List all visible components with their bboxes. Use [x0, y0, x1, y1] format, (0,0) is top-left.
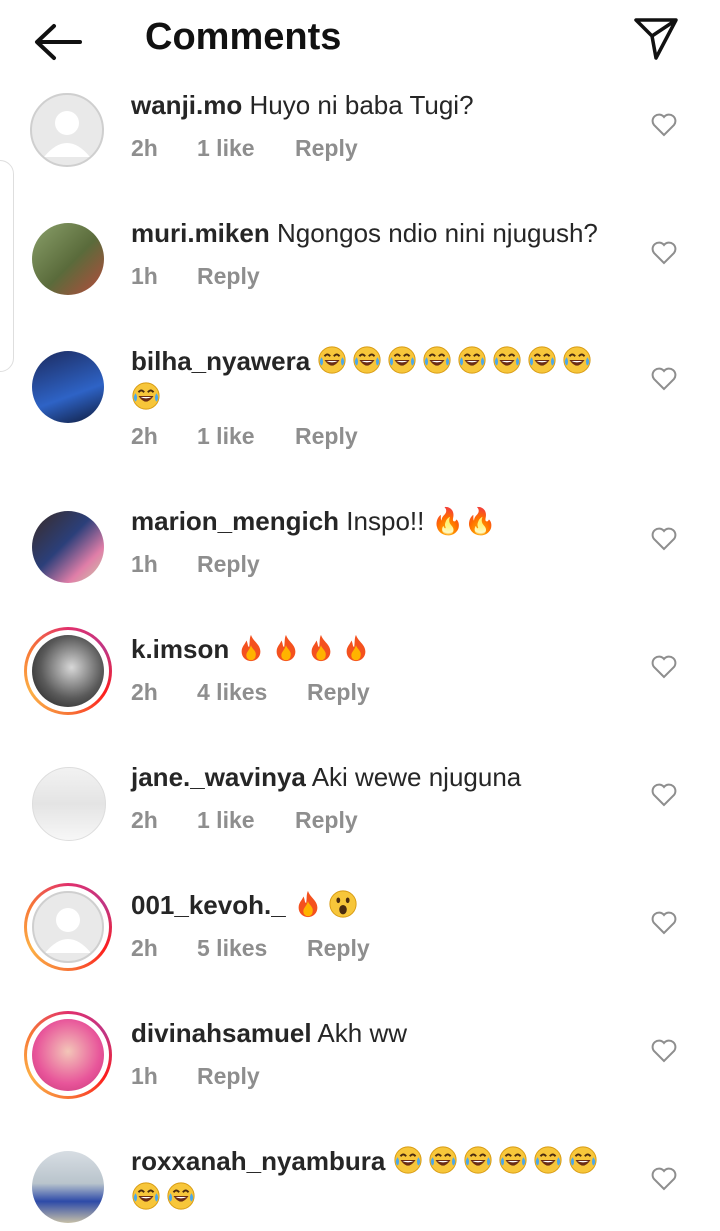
- avatar[interactable]: [24, 627, 112, 715]
- comment-username[interactable]: k.imson: [131, 634, 229, 664]
- comment-time: 1h: [131, 1063, 158, 1089]
- comment-body: Akh ww: [317, 1018, 407, 1048]
- comment-username[interactable]: bilha_nyawera: [131, 346, 310, 376]
- user-photo: [32, 1019, 104, 1091]
- user-photo: [32, 635, 104, 707]
- comment-time: 1h: [131, 263, 158, 289]
- avatar[interactable]: [24, 1011, 112, 1099]
- paper-plane-icon[interactable]: [630, 14, 682, 62]
- comment-body: Aki wewe njuguna: [311, 762, 522, 792]
- comment-text: wanji.mo Huyo ni baba Tugi?: [131, 87, 631, 123]
- heart-icon[interactable]: [651, 1039, 677, 1063]
- arrow-left-icon[interactable]: [30, 20, 84, 64]
- comment-body: Inspo!! 🔥🔥: [346, 506, 497, 536]
- comment-item: roxxanah_nyambura: [0, 1143, 720, 1224]
- reply-button[interactable]: Reply: [197, 1063, 260, 1090]
- reply-button[interactable]: Reply: [295, 423, 358, 450]
- comment-time: 2h: [131, 135, 158, 161]
- comment-likes[interactable]: 1 like: [197, 807, 255, 834]
- comment-text: marion_mengich Inspo!! 🔥🔥: [131, 503, 631, 539]
- heart-icon[interactable]: [651, 367, 677, 391]
- comment-time: 1h: [131, 551, 158, 577]
- reply-button[interactable]: Reply: [295, 807, 358, 834]
- user-photo: [32, 1151, 104, 1223]
- reply-button[interactable]: Reply: [307, 935, 370, 962]
- heart-icon[interactable]: [651, 113, 677, 137]
- comment-username[interactable]: marion_mengich: [131, 506, 339, 536]
- avatar[interactable]: [24, 883, 112, 971]
- comment-item: divinahsamuel Akh ww 1h Reply: [0, 1011, 720, 1135]
- comment-username[interactable]: wanji.mo: [131, 90, 242, 120]
- avatar[interactable]: [24, 503, 112, 591]
- comment-time: 2h: [131, 423, 158, 449]
- reply-button[interactable]: Reply: [295, 135, 358, 162]
- comment-text: roxxanah_nyambura: [131, 1143, 631, 1215]
- heart-icon[interactable]: [651, 527, 677, 551]
- comment-item: wanji.mo Huyo ni baba Tugi? 2h 1 like Re…: [0, 87, 720, 207]
- comment-text: divinahsamuel Akh ww: [131, 1015, 631, 1051]
- comment-item: k.imson 2h 4 likes Reply: [0, 627, 720, 751]
- comment-text: bilha_nyawera: [131, 343, 631, 415]
- comment-item: muri.miken Ngongos ndio nini njugush? 1h…: [0, 215, 720, 335]
- comment-item: jane._wavinya Aki wewe njuguna 2h 1 like…: [0, 759, 720, 879]
- avatar[interactable]: [24, 759, 112, 847]
- user-photo: [32, 351, 104, 423]
- header-bar: Comments: [0, 0, 720, 80]
- comment-body: Huyo ni baba Tugi?: [249, 90, 474, 120]
- user-photo: [32, 767, 106, 841]
- comment-username[interactable]: divinahsamuel: [131, 1018, 312, 1048]
- avatar[interactable]: [24, 1143, 112, 1231]
- comment-likes[interactable]: 1 like: [197, 423, 255, 450]
- comment-username[interactable]: roxxanah_nyambura: [131, 1146, 385, 1176]
- default-avatar-icon: [30, 93, 104, 167]
- comment-username[interactable]: 001_kevoh._: [131, 890, 286, 920]
- comment-text: muri.miken Ngongos ndio nini njugush?: [131, 215, 631, 251]
- avatar[interactable]: [24, 215, 112, 303]
- reply-button[interactable]: Reply: [307, 679, 370, 706]
- user-photo: [32, 511, 104, 583]
- comment-likes[interactable]: 5 likes: [197, 935, 267, 962]
- comment-likes[interactable]: 1 like: [197, 135, 255, 162]
- comment-username[interactable]: jane._wavinya: [131, 762, 306, 792]
- comment-likes[interactable]: 4 likes: [197, 679, 267, 706]
- comment-time: 2h: [131, 807, 158, 833]
- heart-icon[interactable]: [651, 1167, 677, 1191]
- default-avatar-icon: [32, 891, 104, 963]
- avatar[interactable]: [24, 87, 112, 175]
- heart-icon[interactable]: [651, 241, 677, 265]
- comment-text: 001_kevoh._: [131, 887, 631, 923]
- heart-icon[interactable]: [651, 655, 677, 679]
- comment-time: 2h: [131, 935, 158, 961]
- comment-item: bilha_nyawera 2h 1 like Reply: [0, 343, 720, 483]
- page-title: Comments: [145, 16, 342, 58]
- reply-button[interactable]: Reply: [197, 551, 260, 578]
- user-photo: [32, 223, 104, 295]
- heart-icon[interactable]: [651, 911, 677, 935]
- avatar[interactable]: [24, 343, 112, 431]
- comment-time: 2h: [131, 679, 158, 705]
- comment-item: marion_mengich Inspo!! 🔥🔥 1h Reply: [0, 503, 720, 623]
- heart-icon[interactable]: [651, 783, 677, 807]
- comment-text: jane._wavinya Aki wewe njuguna: [131, 759, 631, 795]
- comment-item: 001_kevoh._ 2h 5 likes Reply: [0, 883, 720, 1007]
- comment-username[interactable]: muri.miken: [131, 218, 270, 248]
- comment-text: k.imson: [131, 631, 631, 667]
- comment-body: Ngongos ndio nini njugush?: [276, 218, 598, 248]
- reply-button[interactable]: Reply: [197, 263, 260, 290]
